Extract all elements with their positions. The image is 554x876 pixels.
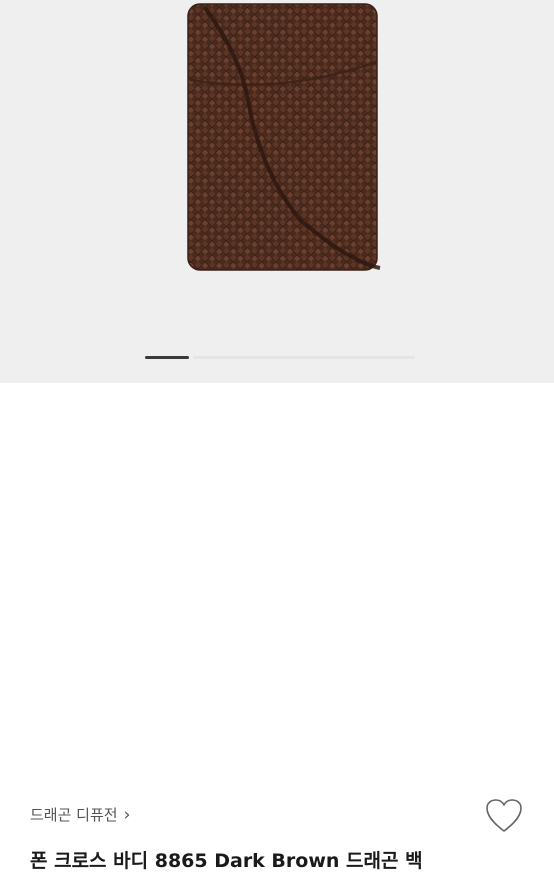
chevron-right-icon: › [123,804,131,825]
heart-outline-icon [486,799,522,832]
brand-link[interactable]: 드래곤 디퓨전 › [30,804,130,825]
brand-name: 드래곤 디퓨전 [30,806,118,824]
product-title: 폰 크로스 바디 8865 Dark Brown 드래곤 백 [30,850,423,872]
product-image-gallery[interactable] [0,0,554,383]
pager-track [193,356,415,359]
pager-indicator-active [145,356,189,359]
product-info: 드래곤 디퓨전 › 폰 크로스 바디 8865 Dark Brown 드래곤 백 [0,383,554,872]
product-image[interactable] [0,0,554,383]
wishlist-button[interactable] [484,797,524,835]
gallery-pager [145,356,415,359]
